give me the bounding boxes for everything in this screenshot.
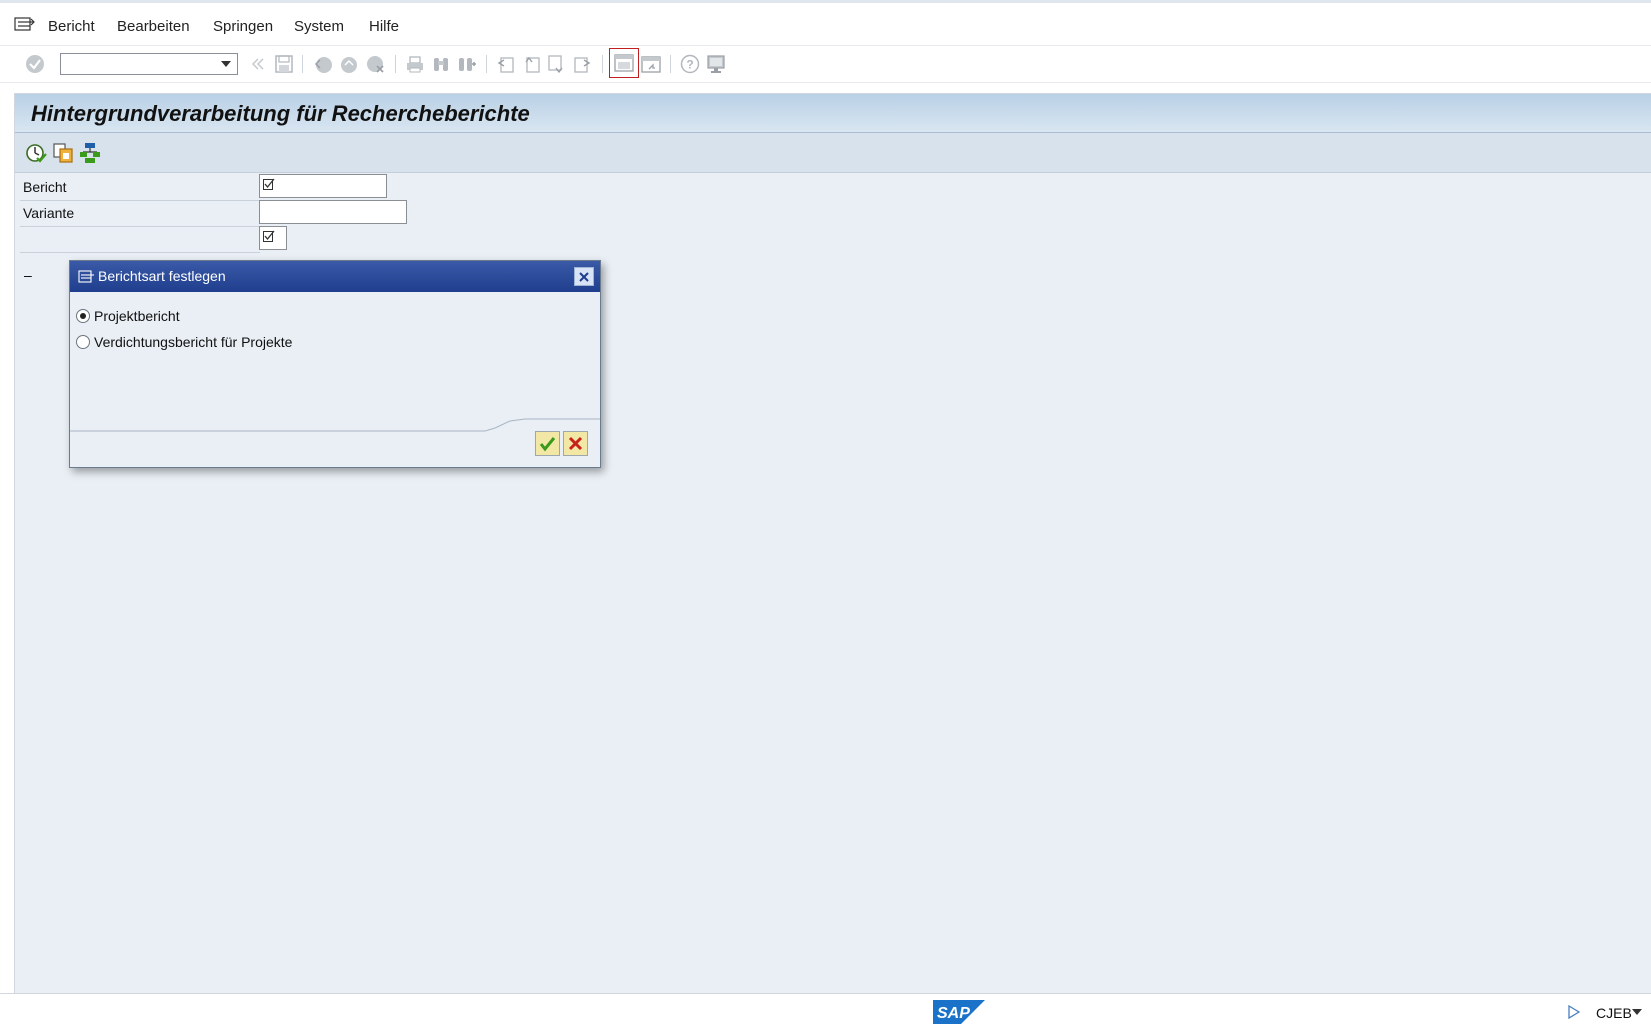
exit-icon[interactable] [339, 54, 359, 74]
toolbar-separator [395, 55, 396, 73]
find-icon[interactable] [431, 54, 451, 74]
toolbar-separator [670, 55, 671, 73]
last-page-icon[interactable] [573, 54, 593, 74]
menu-icon[interactable] [14, 15, 36, 33]
play-icon[interactable] [1568, 1005, 1580, 1019]
title-bar: Hintergrundverarbeitung für Rechercheber… [15, 94, 1651, 133]
bericht-label: Bericht [23, 179, 67, 195]
radio-label-projektbericht: Projektbericht [94, 308, 180, 324]
chevron-down-icon[interactable] [1632, 1009, 1642, 1015]
sap-logo: SAP [933, 1000, 985, 1024]
hierarchy-icon[interactable] [79, 142, 101, 164]
svg-text:?: ? [686, 58, 693, 72]
dialog-menu-icon[interactable] [78, 269, 96, 284]
next-page-icon[interactable] [547, 54, 567, 74]
previous-page-icon[interactable] [521, 54, 541, 74]
status-bar: SAP CJEB [0, 993, 1651, 1030]
menu-bearbeiten[interactable]: Bearbeiten [117, 18, 190, 35]
checkmark-icon [263, 230, 275, 242]
checkmark-icon [539, 437, 556, 452]
variante-field[interactable] [259, 200, 407, 224]
find-next-icon[interactable] [457, 54, 477, 74]
radio-dot [80, 313, 86, 319]
first-page-icon[interactable] [495, 54, 515, 74]
double-chevron-left-icon[interactable] [248, 54, 268, 74]
form-row-bericht: Bericht [20, 174, 260, 201]
extra-checkbox-field[interactable] [259, 226, 287, 250]
bericht-field[interactable] [259, 174, 387, 198]
cancel-icon[interactable] [365, 54, 385, 74]
new-session-icon [614, 54, 634, 72]
radio-button-selected[interactable] [76, 309, 90, 323]
page-title: Hintergrundverarbeitung für Rechercheber… [31, 101, 530, 126]
radio-button[interactable] [76, 335, 90, 349]
dialog-footer-divider [70, 418, 600, 432]
dialog-title-bar: Berichtsart festlegen [70, 261, 600, 292]
menu-bar: Bericht Bearbeiten Springen System Hilfe [0, 3, 1651, 46]
form-row-empty [20, 226, 260, 253]
menu-springen[interactable]: Springen [213, 18, 273, 35]
shortcut-icon[interactable] [641, 54, 661, 74]
toolbar-separator [486, 55, 487, 73]
dialog-close-button[interactable] [574, 267, 594, 286]
menu-system[interactable]: System [294, 18, 344, 35]
save-icon[interactable] [274, 54, 294, 74]
menu-hilfe[interactable]: Hilfe [369, 18, 399, 35]
customize-layout-icon[interactable] [706, 54, 726, 74]
enter-icon[interactable] [25, 54, 45, 74]
system-name: CJEB [1596, 1005, 1632, 1021]
form-row-variante: Variante [20, 200, 260, 227]
variante-label: Variante [23, 205, 75, 221]
radio-label-verdichtungsbericht: Verdichtungsbericht für Projekte [94, 334, 293, 350]
help-icon[interactable]: ? [680, 54, 700, 74]
toolbar-separator [602, 55, 603, 73]
copy-report-icon[interactable] [52, 142, 74, 164]
print-icon[interactable] [405, 54, 425, 74]
command-field[interactable] [60, 53, 238, 75]
toolbar-separator [302, 55, 303, 73]
application-toolbar [15, 133, 1651, 173]
chevron-down-icon[interactable] [221, 61, 231, 67]
close-icon [579, 272, 589, 282]
standard-toolbar: ? [0, 46, 1651, 83]
command-input[interactable] [63, 55, 217, 75]
main-area: Hintergrundverarbeitung für Rechercheber… [14, 93, 1651, 994]
close-icon [568, 436, 583, 451]
execute-icon[interactable] [25, 142, 47, 164]
menu-bericht[interactable]: Bericht [48, 18, 95, 35]
checkmark-icon [263, 178, 275, 190]
confirm-button[interactable] [535, 431, 560, 456]
dialog-title: Berichtsart festlegen [98, 268, 226, 284]
collapse-dash[interactable]: – [24, 267, 32, 283]
sap-logo-text: SAP [937, 1005, 970, 1022]
back-icon[interactable] [313, 54, 333, 74]
cancel-button[interactable] [563, 431, 588, 456]
berichtsart-dialog: Berichtsart festlegen Projektbericht Ver… [69, 260, 601, 468]
new-session-button[interactable] [609, 48, 639, 78]
